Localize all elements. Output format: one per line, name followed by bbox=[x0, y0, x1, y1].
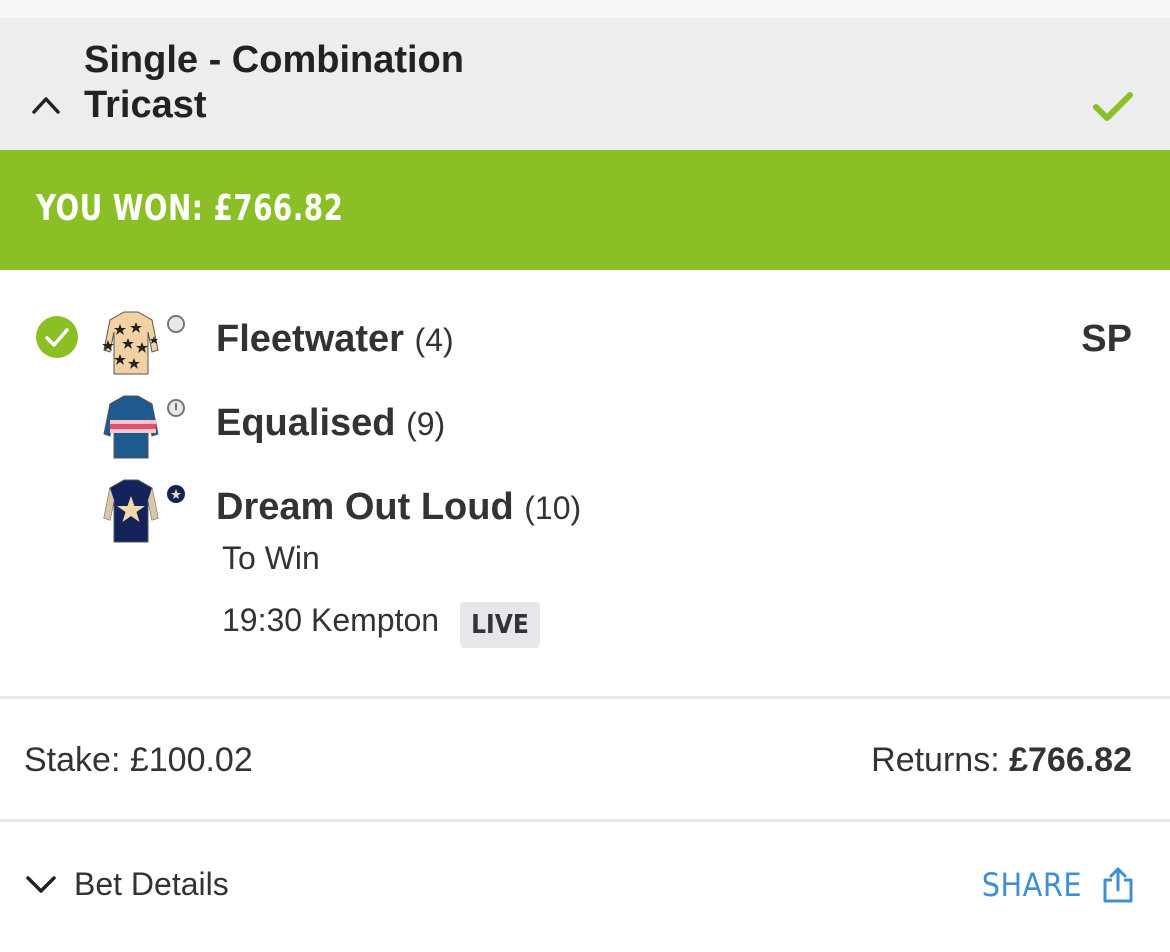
chevron-down-icon bbox=[26, 875, 56, 893]
horse-name: Fleetwater bbox=[216, 318, 404, 360]
returns-value: £766.82 bbox=[1009, 741, 1132, 779]
bet-type-line1: Single - Combination bbox=[84, 39, 464, 81]
top-strip bbox=[0, 0, 1170, 18]
checkmark-icon bbox=[1093, 92, 1133, 121]
won-amount-text: YOU WON: £766.82 bbox=[36, 188, 344, 229]
share-button[interactable]: SHARE bbox=[982, 866, 1134, 904]
bet-details-toggle[interactable]: Bet Details bbox=[24, 866, 229, 903]
stake: Stake: £100.02 bbox=[24, 741, 253, 780]
stake-returns-row: Stake: £100.02 Returns: £766.82 bbox=[0, 699, 1170, 819]
event-label: 19:30 Kempton bbox=[222, 602, 440, 638]
selections-list: Fleetwater (4) Equalised (9) Dream Out L… bbox=[0, 270, 1170, 696]
market-label: To Win bbox=[222, 540, 320, 576]
horse-number: (10) bbox=[524, 490, 582, 526]
bet-details-label: Bet Details bbox=[74, 866, 229, 902]
jockey-silk-icon bbox=[103, 479, 185, 543]
bet-type-title: Single - Combination Tricast bbox=[84, 38, 464, 128]
live-badge: LIVE bbox=[460, 602, 540, 648]
share-icon bbox=[1103, 867, 1133, 903]
share-label: SHARE bbox=[981, 866, 1082, 904]
selection-won-icon bbox=[36, 316, 78, 358]
stake-value: £100.02 bbox=[129, 741, 253, 779]
selection-name-row: Equalised (9) bbox=[216, 402, 445, 445]
odds-label: SP bbox=[1081, 318, 1132, 360]
bet-type-line2: Tricast bbox=[84, 84, 207, 126]
horse-number: (9) bbox=[406, 406, 446, 442]
jockey-silk-icon bbox=[103, 395, 185, 459]
stake-label: Stake: bbox=[24, 741, 121, 779]
bet-header[interactable]: Single - Combination Tricast bbox=[0, 18, 1170, 150]
horse-name: Equalised bbox=[216, 402, 396, 444]
returns-label: Returns: bbox=[871, 741, 1000, 779]
horse-name: Dream Out Loud bbox=[216, 486, 514, 528]
won-banner: YOU WON: £766.82 bbox=[0, 150, 1170, 270]
selection-name-row: Dream Out Loud (10) bbox=[216, 486, 581, 529]
chevron-up-icon[interactable] bbox=[30, 90, 62, 122]
returns: Returns: £766.82 bbox=[871, 741, 1132, 780]
horse-number: (4) bbox=[414, 322, 454, 358]
jockey-silk-icon bbox=[102, 311, 185, 375]
details-row: Bet Details SHARE bbox=[0, 822, 1170, 952]
selection-name-row: Fleetwater (4) bbox=[216, 318, 454, 361]
